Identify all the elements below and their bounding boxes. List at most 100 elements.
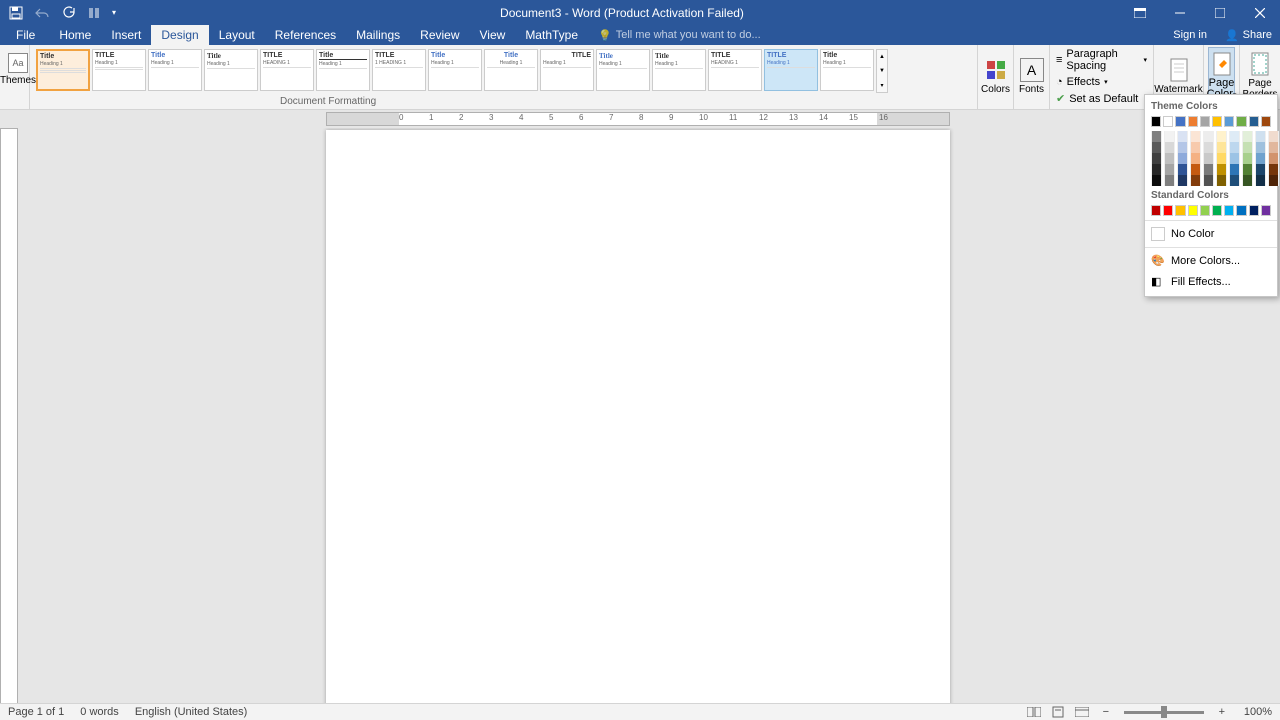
color-swatch[interactable] bbox=[1261, 116, 1271, 127]
style-gallery[interactable]: TitleHeading 1 TITLEHeading 1 TitleHeadi… bbox=[34, 47, 973, 95]
style-set-15[interactable]: TitleHeading 1 bbox=[820, 49, 874, 91]
color-swatch[interactable] bbox=[1216, 142, 1227, 153]
color-swatch[interactable] bbox=[1151, 142, 1162, 153]
color-swatch[interactable] bbox=[1255, 142, 1266, 153]
color-swatch[interactable] bbox=[1177, 164, 1188, 175]
close-button[interactable] bbox=[1240, 0, 1280, 25]
color-swatch[interactable] bbox=[1188, 205, 1198, 216]
tab-design[interactable]: Design bbox=[151, 25, 208, 45]
color-swatch[interactable] bbox=[1151, 205, 1161, 216]
color-swatch[interactable] bbox=[1164, 131, 1175, 142]
color-swatch[interactable] bbox=[1229, 164, 1240, 175]
paragraph-spacing-button[interactable]: ≡Paragraph Spacing▾ bbox=[1054, 47, 1149, 73]
style-set-9[interactable]: TitleHeading 1 bbox=[484, 49, 538, 91]
tab-insert[interactable]: Insert bbox=[101, 25, 151, 45]
style-set-2[interactable]: TITLEHeading 1 bbox=[92, 49, 146, 91]
color-swatch[interactable] bbox=[1151, 175, 1162, 186]
color-swatch[interactable] bbox=[1229, 153, 1240, 164]
color-swatch[interactable] bbox=[1268, 153, 1279, 164]
color-swatch[interactable] bbox=[1177, 131, 1188, 142]
color-swatch[interactable] bbox=[1203, 131, 1214, 142]
style-set-12[interactable]: TitleHeading 1 bbox=[652, 49, 706, 91]
read-mode-button[interactable] bbox=[1024, 705, 1044, 720]
color-swatch[interactable] bbox=[1224, 116, 1234, 127]
color-swatch[interactable] bbox=[1177, 175, 1188, 186]
style-set-10[interactable]: TITLEHeading 1 bbox=[540, 49, 594, 91]
color-swatch[interactable] bbox=[1151, 116, 1161, 127]
tell-me-search[interactable]: 💡 Tell me what you want to do... bbox=[588, 29, 1163, 42]
color-swatch[interactable] bbox=[1203, 142, 1214, 153]
tab-home[interactable]: Home bbox=[49, 25, 101, 45]
color-swatch[interactable] bbox=[1216, 175, 1227, 186]
zoom-in-button[interactable]: + bbox=[1212, 705, 1232, 720]
color-swatch[interactable] bbox=[1212, 116, 1222, 127]
zoom-out-button[interactable]: − bbox=[1096, 705, 1116, 720]
no-color-option[interactable]: No Color bbox=[1145, 223, 1277, 245]
tab-mailings[interactable]: Mailings bbox=[346, 25, 410, 45]
gallery-scroll-up[interactable]: ▲ bbox=[877, 50, 887, 64]
color-swatch[interactable] bbox=[1229, 142, 1240, 153]
color-swatch[interactable] bbox=[1255, 175, 1266, 186]
color-swatch[interactable] bbox=[1151, 131, 1162, 142]
language-indicator[interactable]: English (United States) bbox=[127, 706, 256, 718]
color-swatch[interactable] bbox=[1151, 164, 1162, 175]
color-swatch[interactable] bbox=[1203, 153, 1214, 164]
color-swatch[interactable] bbox=[1249, 116, 1259, 127]
gallery-expand[interactable]: ▾ bbox=[877, 78, 887, 92]
color-swatch[interactable] bbox=[1164, 175, 1175, 186]
style-set-7[interactable]: TITLE1 HEADING 1 bbox=[372, 49, 426, 91]
document-canvas[interactable] bbox=[0, 128, 1280, 703]
gallery-scroll-down[interactable]: ▼ bbox=[877, 64, 887, 78]
color-swatch[interactable] bbox=[1255, 153, 1266, 164]
zoom-level[interactable]: 100% bbox=[1236, 706, 1280, 718]
style-set-8[interactable]: TitleHeading 1 bbox=[428, 49, 482, 91]
color-swatch[interactable] bbox=[1255, 131, 1266, 142]
color-swatch[interactable] bbox=[1177, 142, 1188, 153]
style-set-4[interactable]: TitleHeading 1 bbox=[204, 49, 258, 91]
tab-file[interactable]: File bbox=[2, 25, 49, 45]
tab-mathtype[interactable]: MathType bbox=[515, 25, 588, 45]
maximize-button[interactable] bbox=[1200, 0, 1240, 25]
color-swatch[interactable] bbox=[1216, 131, 1227, 142]
color-swatch[interactable] bbox=[1261, 205, 1271, 216]
style-set-13[interactable]: TITLEHEADING 1 bbox=[708, 49, 762, 91]
color-swatch[interactable] bbox=[1249, 205, 1259, 216]
color-swatch[interactable] bbox=[1203, 175, 1214, 186]
color-swatch[interactable] bbox=[1242, 131, 1253, 142]
sign-in-link[interactable]: Sign in bbox=[1163, 29, 1217, 41]
color-swatch[interactable] bbox=[1164, 164, 1175, 175]
color-swatch[interactable] bbox=[1190, 164, 1201, 175]
color-swatch[interactable] bbox=[1212, 205, 1222, 216]
save-button[interactable] bbox=[4, 2, 28, 24]
page-1[interactable] bbox=[326, 130, 950, 703]
color-swatch[interactable] bbox=[1268, 164, 1279, 175]
color-swatch[interactable] bbox=[1216, 164, 1227, 175]
color-swatch[interactable] bbox=[1229, 131, 1240, 142]
tab-view[interactable]: View bbox=[470, 25, 516, 45]
tab-review[interactable]: Review bbox=[410, 25, 469, 45]
style-set-3[interactable]: TitleHeading 1 bbox=[148, 49, 202, 91]
color-swatch[interactable] bbox=[1164, 153, 1175, 164]
redo-button[interactable] bbox=[56, 2, 80, 24]
color-swatch[interactable] bbox=[1177, 153, 1188, 164]
color-swatch[interactable] bbox=[1242, 175, 1253, 186]
color-swatch[interactable] bbox=[1188, 116, 1198, 127]
color-swatch[interactable] bbox=[1175, 205, 1185, 216]
word-count[interactable]: 0 words bbox=[72, 706, 127, 718]
web-layout-button[interactable] bbox=[1072, 705, 1092, 720]
fonts-button[interactable]: A Fonts bbox=[1018, 47, 1045, 105]
color-swatch[interactable] bbox=[1242, 153, 1253, 164]
color-swatch[interactable] bbox=[1216, 153, 1227, 164]
set-as-default-button[interactable]: ✔Set as Default bbox=[1054, 91, 1149, 106]
color-swatch[interactable] bbox=[1203, 164, 1214, 175]
color-swatch[interactable] bbox=[1151, 153, 1162, 164]
print-layout-button[interactable] bbox=[1048, 705, 1068, 720]
ribbon-display-options-button[interactable] bbox=[1120, 0, 1160, 25]
tab-references[interactable]: References bbox=[265, 25, 346, 45]
color-swatch[interactable] bbox=[1224, 205, 1234, 216]
color-swatch[interactable] bbox=[1268, 175, 1279, 186]
page-indicator[interactable]: Page 1 of 1 bbox=[0, 706, 72, 718]
color-swatch[interactable] bbox=[1268, 131, 1279, 142]
style-set-5[interactable]: TITLEHEADING 1 bbox=[260, 49, 314, 91]
color-swatch[interactable] bbox=[1164, 142, 1175, 153]
